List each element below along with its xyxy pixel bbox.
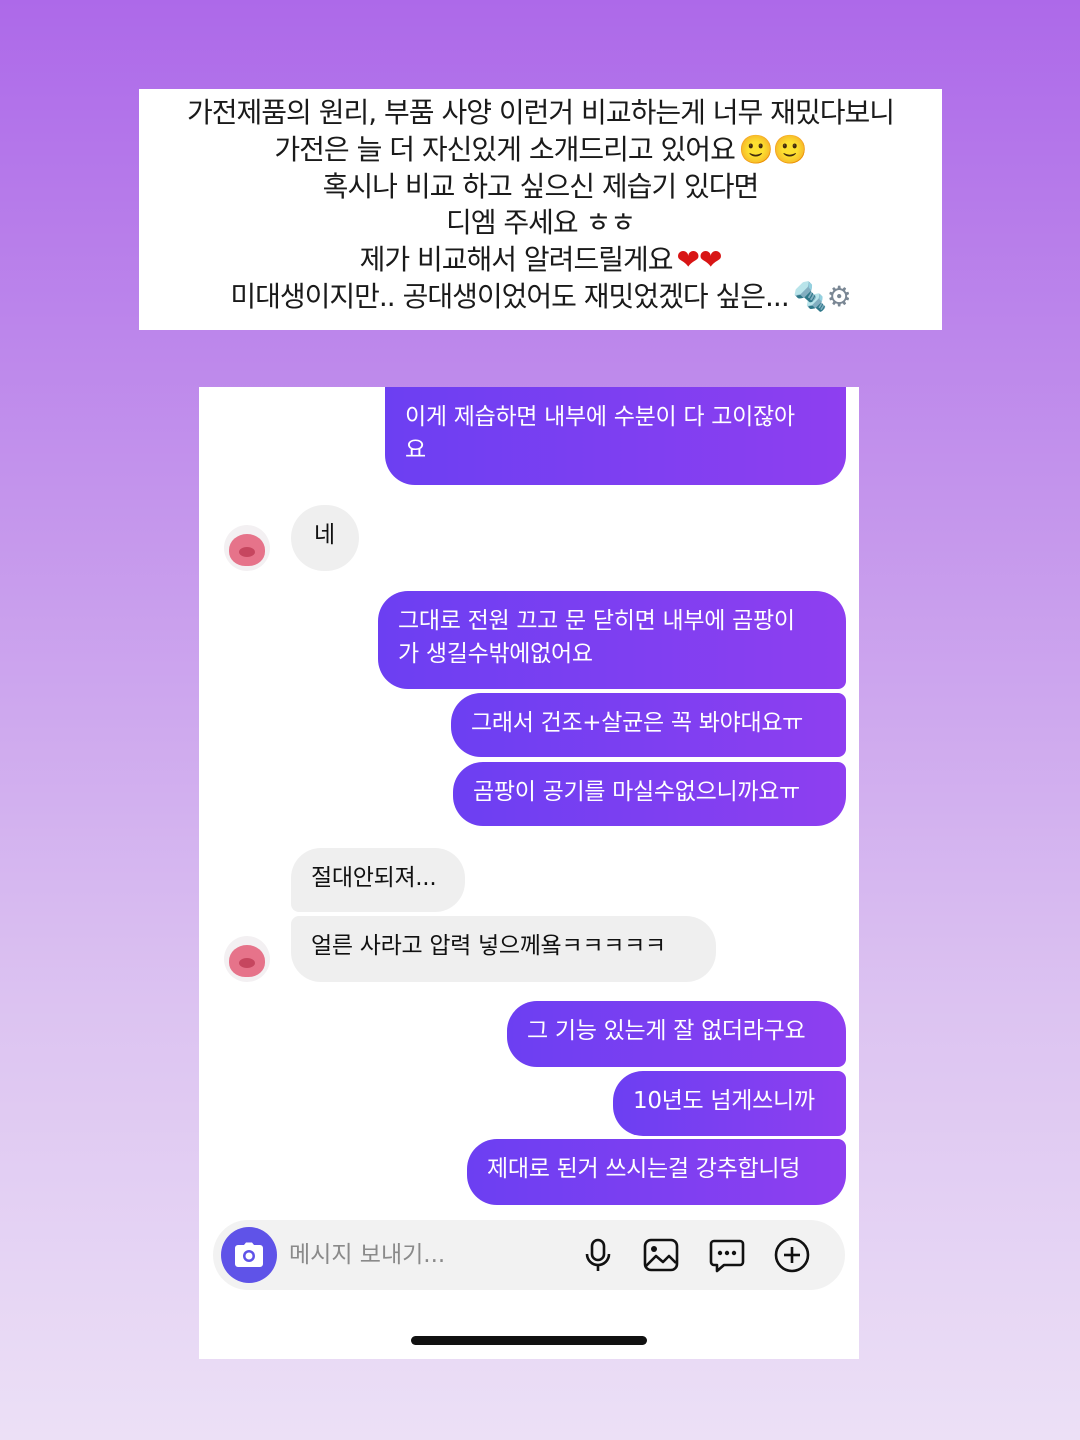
outgoing-message: 이게 제습하면 내부에 수분이 다 고이잖아 요 xyxy=(385,387,846,485)
caption-line: 디엠 주세요 ㅎㅎ xyxy=(445,206,636,240)
incoming-message: 절대안되져... xyxy=(291,848,465,912)
caption-text: 가전은 늘 더 자신있게 소개드리고 있어요 xyxy=(274,132,735,166)
message-input[interactable] xyxy=(289,1238,569,1272)
outgoing-message: 그 기능 있는게 잘 없더라구요 xyxy=(507,1001,846,1067)
add-icon[interactable] xyxy=(774,1237,810,1273)
caption-line: 미대생이지만.. 공대생이었어도 재밋었겠다 싶은... 🔩⚙ xyxy=(230,279,852,316)
incoming-message: 얼른 사라고 압력 넣으께욬ㅋㅋㅋㅋㅋ xyxy=(291,916,716,982)
story-caption: 가전제품의 원리, 부품 사양 이런거 비교하는게 너무 재밌다보니 가전은 늘… xyxy=(139,89,942,330)
outgoing-message: 그대로 전원 끄고 문 닫히면 내부에 곰팡이 가 생길수밖에없어요 xyxy=(378,591,846,689)
caption-line: 가전은 늘 더 자신있게 소개드리고 있어요 🙂🙂 xyxy=(274,132,808,169)
microphone-icon[interactable] xyxy=(580,1237,616,1273)
chat-screenshot: 이게 제습하면 내부에 수분이 다 고이잖아 요 네 그대로 전원 끄고 문 닫… xyxy=(199,387,859,1359)
contact-avatar[interactable] xyxy=(224,525,270,571)
outgoing-message: 곰팡이 공기를 마실수없으니까요ㅠ xyxy=(453,762,846,826)
outgoing-message: 10년도 넘게쓰니까 xyxy=(613,1071,846,1136)
caption-text: 미대생이지만.. 공대생이었어도 재밋었겠다 싶은... xyxy=(230,279,789,313)
message-composer xyxy=(213,1220,845,1290)
caption-text: 제가 비교해서 알려드릴게요 xyxy=(359,243,674,277)
outgoing-message: 제대로 된거 쓰시는걸 강추합니덩 xyxy=(467,1139,846,1205)
caption-line: 가전제품의 원리, 부품 사양 이런거 비교하는게 너무 재밌다보니 xyxy=(187,96,895,129)
contact-avatar[interactable] xyxy=(224,936,270,982)
camera-button[interactable] xyxy=(221,1227,277,1283)
outgoing-message: 그래서 건조+살균은 꼭 봐야대요ㅠ xyxy=(451,693,846,757)
heart-emoji-icon: ❤❤ xyxy=(676,243,723,277)
gallery-icon[interactable] xyxy=(643,1237,679,1273)
incoming-message: 네 xyxy=(291,505,359,571)
tools-emoji-icon: 🔩⚙ xyxy=(792,279,852,313)
caption-line: 제가 비교해서 알려드릴게요 ❤❤ xyxy=(359,242,723,279)
camera-icon xyxy=(235,1242,263,1267)
caption-line: 혹시나 비교 하고 싶으신 제습기 있다면 xyxy=(322,169,760,203)
smile-emoji-icon: 🙂🙂 xyxy=(738,132,808,166)
sticker-message-icon[interactable] xyxy=(709,1237,745,1273)
home-indicator[interactable] xyxy=(411,1336,647,1345)
